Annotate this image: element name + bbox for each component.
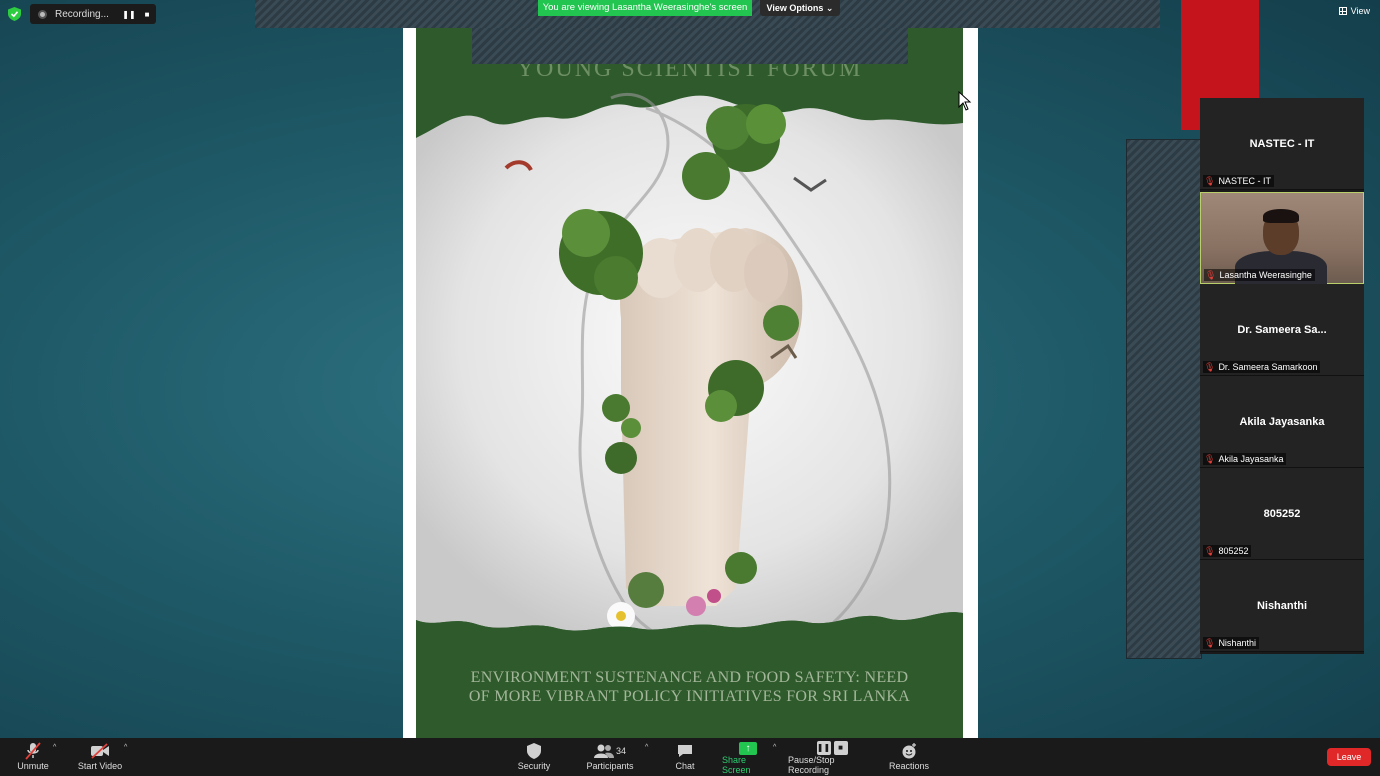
- participants-icon: 34: [593, 741, 626, 761]
- view-button[interactable]: View: [1338, 6, 1370, 16]
- reactions-button[interactable]: Reactions: [889, 741, 929, 775]
- mic-muted-icon: 🎙: [1204, 453, 1216, 464]
- participant-video-tile[interactable]: 🎙 Lasantha Weerasinghe: [1200, 192, 1364, 291]
- start-video-button[interactable]: Start Video: [76, 741, 124, 775]
- chat-icon: [677, 741, 693, 761]
- share-options-caret[interactable]: ^: [773, 744, 776, 751]
- share-screen-icon: ↑: [739, 741, 757, 755]
- video-off-icon: [90, 741, 110, 761]
- pause-stop-icon: ❚❚ ■: [816, 741, 848, 755]
- participant-name: Nishanthi: [1218, 638, 1256, 648]
- recording-label: Recording...: [55, 8, 109, 20]
- poster-footer: ENVIRONMENT SUSTENANCE AND FOOD SAFETY: …: [416, 668, 963, 706]
- participant-tile[interactable]: Akila Jayasanka 🎙 Akila Jayasanka: [1200, 376, 1364, 468]
- participant-tile[interactable]: Dr. Sameera Sa... 🎙 Dr. Sameera Samarkoo…: [1200, 284, 1364, 376]
- gallery-hatch-panel: [1126, 139, 1202, 659]
- pause-stop-recording-label: Pause/Stop Recording: [788, 755, 835, 775]
- mic-muted-icon: 🎙: [1204, 361, 1216, 372]
- video-options-caret[interactable]: ^: [124, 744, 127, 751]
- unmute-button[interactable]: Unmute: [14, 741, 52, 775]
- view-options-button[interactable]: View Options ⌄: [760, 0, 840, 16]
- security-button[interactable]: Security: [514, 741, 554, 775]
- participant-name-label: 🎙 Nishanthi: [1203, 637, 1259, 649]
- participant-count: 34: [615, 746, 626, 756]
- mic-muted-icon: 🎙: [1204, 175, 1216, 186]
- person-hair: [1263, 209, 1299, 223]
- participant-title: Akila Jayasanka: [1239, 416, 1325, 428]
- participant-title: 805252: [1263, 508, 1301, 520]
- participants-options-caret[interactable]: ^: [645, 744, 648, 751]
- participant-title: Dr. Sameera Sa...: [1237, 324, 1327, 336]
- participant-name: 805252: [1218, 546, 1249, 556]
- zoom-meeting-window: Recording... ❚❚ ■ You are viewing Lasant…: [0, 0, 1380, 776]
- poster-artwork: [416, 92, 963, 738]
- chat-label: Chat: [675, 761, 695, 771]
- share-screen-button[interactable]: ↑ Share Screen: [722, 741, 774, 775]
- audio-options-caret[interactable]: ^: [53, 744, 56, 751]
- reactions-label: Reactions: [888, 761, 930, 771]
- participant-name-label: 🎙 805252: [1203, 545, 1252, 557]
- security-label: Security: [517, 761, 551, 771]
- recording-indicator: Recording... ❚❚ ■: [30, 4, 156, 24]
- shared-poster: YOUNG SCIENTIST FORUM ENVIRONMENT SUSTEN…: [416, 28, 963, 738]
- mic-muted-icon: 🎙: [1204, 637, 1216, 648]
- mic-muted-icon: [25, 741, 41, 761]
- chat-button[interactable]: Chat: [670, 741, 700, 775]
- participant-name: Lasantha Weerasinghe: [1219, 270, 1312, 280]
- view-button-label: View: [1350, 6, 1370, 16]
- viewing-screen-banner: You are viewing Lasantha Weerasinghe's s…: [538, 0, 752, 16]
- mouse-cursor-icon: [958, 91, 972, 111]
- participant-tile[interactable]: NASTEC - IT 🎙 NASTEC - IT: [1200, 98, 1364, 190]
- unmute-label: Unmute: [17, 761, 49, 771]
- participant-name: Akila Jayasanka: [1218, 454, 1284, 464]
- encryption-shield-icon[interactable]: [7, 7, 22, 22]
- participant-tile[interactable]: 805252 🎙 805252: [1200, 468, 1364, 560]
- participant-name-label: 🎙 Dr. Sameera Samarkoon: [1203, 361, 1321, 373]
- reactions-smiley-icon: [901, 741, 917, 761]
- meeting-toolbar: Unmute ^ Start Video ^ Security 34 Parti…: [0, 738, 1380, 776]
- pause-stop-recording-button[interactable]: ❚❚ ■ Pause/Stop Recording: [788, 741, 876, 775]
- poster-footer-line-2: OF MORE VIBRANT POLICY INITIATIVES FOR S…: [468, 688, 911, 705]
- participant-tile[interactable]: Nishanthi 🎙 Nishanthi: [1200, 560, 1364, 652]
- recording-dot-icon: [38, 9, 47, 19]
- participants-button[interactable]: 34 Participants: [586, 741, 634, 775]
- participant-name-label: 🎙 Lasantha Weerasinghe: [1204, 269, 1315, 281]
- start-video-label: Start Video: [77, 761, 123, 771]
- shared-screen: YOUNG SCIENTIST FORUM ENVIRONMENT SUSTEN…: [403, 28, 978, 738]
- mic-muted-icon: 🎙: [1204, 545, 1216, 556]
- participant-name: Dr. Sameera Samarkoon: [1218, 362, 1318, 372]
- poster-footer-line-1: ENVIRONMENT SUSTENANCE AND FOOD SAFETY: …: [470, 669, 909, 686]
- pause-recording-button[interactable]: ❚❚: [120, 10, 138, 19]
- mic-muted-icon: 🎙: [1205, 269, 1217, 280]
- leave-button[interactable]: Leave: [1327, 748, 1371, 766]
- participant-title: Nishanthi: [1256, 600, 1308, 612]
- security-shield-icon: [527, 741, 541, 761]
- participant-name-label: 🎙 NASTEC - IT: [1203, 175, 1274, 187]
- participant-name-label: 🎙 Akila Jayasanka: [1203, 453, 1287, 465]
- participants-label: Participants: [586, 761, 634, 771]
- top-hatch-lower: [472, 28, 908, 64]
- participant-name: NASTEC - IT: [1218, 176, 1271, 186]
- participants-gallery: NASTEC - IT 🎙 NASTEC - IT 🎙 Lasantha Wee…: [1200, 98, 1364, 654]
- participant-title: NASTEC - IT: [1249, 138, 1315, 150]
- share-screen-label: Share Screen: [722, 755, 751, 775]
- stop-recording-button[interactable]: ■: [138, 10, 156, 19]
- grid-icon: [1338, 7, 1347, 15]
